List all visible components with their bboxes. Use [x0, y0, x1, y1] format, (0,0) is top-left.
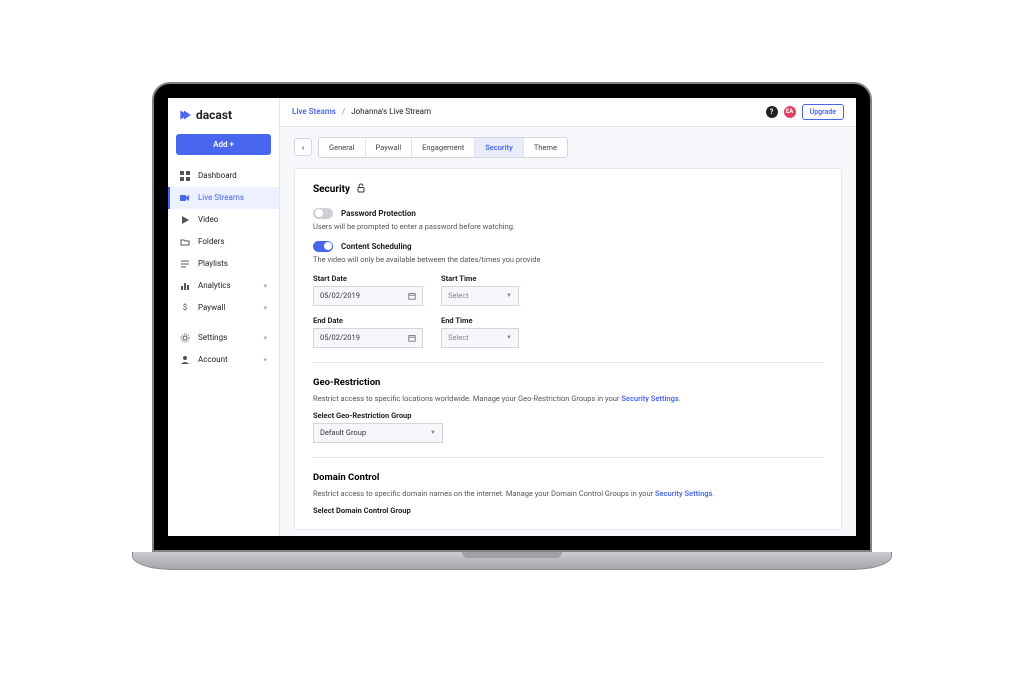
divider [313, 457, 823, 458]
tab-general[interactable]: General [319, 138, 366, 157]
section-heading-security: Security [313, 183, 823, 196]
sidebar-item-playlists[interactable]: Playlists [168, 253, 279, 275]
gear-icon [180, 333, 190, 343]
sidebar-item-label: Playlists [198, 259, 228, 268]
chevron-down-icon: ▼ [430, 429, 436, 436]
geo-restriction-body: Restrict access to specific locations wo… [313, 394, 823, 403]
breadcrumb-sep: / [342, 107, 345, 116]
tabs: General Paywall Engagement Security Them… [318, 137, 568, 158]
sidebar-item-label: Analytics [198, 281, 231, 290]
brand-logo: dacast [168, 98, 279, 130]
security-settings-link[interactable]: Security Settings [621, 394, 678, 403]
sidebar-item-label: Live Streams [198, 193, 244, 202]
add-button[interactable]: Add + [176, 134, 271, 155]
password-protection-toggle[interactable] [313, 208, 333, 219]
main-content: Live Steams / Johanna's Live Stream ? EA… [280, 98, 856, 536]
content-scheduling-label: Content Scheduling [341, 242, 412, 251]
sidebar-item-video[interactable]: Video [168, 209, 279, 231]
geo-group-value: Default Group [320, 428, 366, 437]
domain-control-body: Restrict access to specific domain names… [313, 489, 823, 498]
chevron-down-icon: ▾ [263, 304, 267, 312]
start-date-label: Start Date [313, 274, 423, 283]
end-time-select[interactable]: Select ▼ [441, 328, 519, 348]
back-button[interactable]: ‹ [294, 138, 312, 156]
sidebar-item-label: Account [198, 355, 228, 364]
sidebar-item-label: Settings [198, 333, 227, 342]
chevron-down-icon: ▼ [506, 334, 512, 341]
playlist-icon [180, 259, 190, 269]
start-date-input[interactable]: 05/02/2019 [313, 286, 423, 306]
sidebar-item-settings[interactable]: Settings ▾ [168, 327, 279, 349]
folder-icon [180, 237, 190, 247]
end-time-value: Select [448, 333, 469, 342]
analytics-icon [180, 281, 190, 291]
laptop-base [132, 552, 892, 570]
security-settings-link[interactable]: Security Settings [655, 489, 712, 498]
tab-engagement[interactable]: Engagement [412, 138, 475, 157]
security-panel: Security Password Protection Users will … [294, 168, 842, 530]
content-scheduling-helper: The video will only be available between… [313, 255, 823, 264]
calendar-icon [408, 292, 416, 300]
sidebar-item-folders[interactable]: Folders [168, 231, 279, 253]
geo-group-select[interactable]: Default Group ▼ [313, 423, 443, 443]
sidebar-item-label: Folders [198, 237, 224, 246]
help-icon[interactable]: ? [766, 106, 778, 118]
end-time-label: End Time [441, 316, 519, 325]
tab-security[interactable]: Security [475, 138, 524, 157]
play-icon [180, 215, 190, 225]
tab-theme[interactable]: Theme [524, 138, 567, 157]
geo-group-label: Select Geo-Restriction Group [313, 411, 823, 420]
password-protection-label: Password Protection [341, 209, 416, 218]
breadcrumb-root[interactable]: Live Steams [292, 107, 336, 116]
start-time-select[interactable]: Select ▼ [441, 286, 519, 306]
logo-icon [178, 108, 192, 122]
tab-paywall[interactable]: Paywall [366, 138, 413, 157]
end-date-value: 05/02/2019 [320, 333, 360, 342]
sidebar-item-label: Dashboard [198, 171, 237, 180]
sidebar-item-dashboard[interactable]: Dashboard [168, 165, 279, 187]
app-window: dacast Add + Dashboard Live Streams Vide… [168, 98, 856, 536]
domain-group-label: Select Domain Control Group [313, 506, 823, 515]
sidebar: dacast Add + Dashboard Live Streams Vide… [168, 98, 280, 536]
sidebar-item-analytics[interactable]: Analytics ▾ [168, 275, 279, 297]
topbar: Live Steams / Johanna's Live Stream ? EA… [280, 98, 856, 127]
start-time-label: Start Time [441, 274, 519, 283]
sidebar-item-live-streams[interactable]: Live Streams [168, 187, 279, 209]
password-protection-helper: Users will be prompted to enter a passwo… [313, 222, 823, 231]
brand-name: dacast [196, 108, 232, 122]
upgrade-button[interactable]: Upgrade [802, 104, 844, 120]
user-icon [180, 355, 190, 365]
avatar[interactable]: EA [784, 106, 796, 118]
chevron-down-icon: ▾ [263, 282, 267, 290]
camera-icon [180, 193, 190, 203]
sidebar-item-label: Paywall [198, 303, 225, 312]
chevron-down-icon: ▾ [263, 356, 267, 364]
dashboard-icon [180, 171, 190, 181]
divider [313, 362, 823, 363]
geo-restriction-heading: Geo-Restriction [313, 377, 823, 388]
breadcrumb-current: Johanna's Live Stream [351, 107, 431, 116]
content-scroll[interactable]: ‹ General Paywall Engagement Security Th… [280, 127, 856, 536]
start-time-value: Select [448, 291, 469, 300]
lock-icon [356, 183, 366, 196]
end-date-label: End Date [313, 316, 423, 325]
calendar-icon [408, 334, 416, 342]
end-date-input[interactable]: 05/02/2019 [313, 328, 423, 348]
chevron-down-icon: ▼ [506, 292, 512, 299]
start-date-value: 05/02/2019 [320, 291, 360, 300]
chevron-down-icon: ▾ [263, 334, 267, 342]
sidebar-item-account[interactable]: Account ▾ [168, 349, 279, 371]
dollar-icon: $ [180, 303, 190, 313]
security-heading-text: Security [313, 184, 350, 195]
sidebar-item-label: Video [198, 215, 218, 224]
domain-control-heading: Domain Control [313, 472, 823, 483]
sidebar-item-paywall[interactable]: $ Paywall ▾ [168, 297, 279, 319]
content-scheduling-toggle[interactable] [313, 241, 333, 252]
